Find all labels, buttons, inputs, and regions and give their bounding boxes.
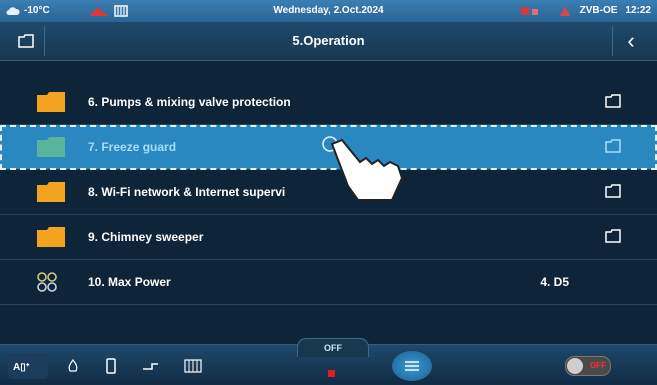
page-title: 5.Operation [292,33,365,48]
clock: 12:22 [625,5,651,16]
list-item[interactable]: 10. Max Power 4. D5 [0,260,657,305]
chevron-left-icon: ‹ [627,28,635,53]
radiator-button[interactable] [176,353,210,379]
radiator-icon [184,359,202,373]
signal-icon [520,7,538,15]
main-menu-button[interactable] [392,351,432,381]
open-folder-icon [605,94,621,108]
tap-icon [143,363,158,370]
status-right: ZVB-OE 12:22 [520,0,651,22]
folder-icon [36,226,66,248]
list-item[interactable]: 6. Pumps & mixing valve protection [0,80,657,125]
open-folder-icon [605,139,621,153]
folder-icon [36,136,66,158]
toggle-label: OFF [590,361,606,370]
open-folder-icon [605,184,621,198]
alarm-icon [559,6,570,16]
status-led [328,370,335,377]
device-name: ZVB-OE [579,5,618,16]
boiler-button[interactable] [96,353,126,379]
back-button[interactable]: ‹ [612,26,649,56]
list-item-label: 6. Pumps & mixing valve protection [88,95,291,109]
auto-mode-button[interactable]: A▯ᐩ [8,353,48,379]
open-folder-icon [605,229,621,243]
burner-button[interactable] [58,353,88,379]
flame-outline-icon [68,359,78,372]
status-bar: -10°C Wednesday, 2.Oct.2024 ZVB-OE 12:22 [0,0,657,22]
menu-icon [405,361,419,371]
list-item-label: 8. Wi-Fi network & Internet supervi [88,185,286,199]
bottom-bar: A▯ᐩ OFF OFF [0,338,657,385]
tap-button[interactable] [134,353,168,379]
list-item-label: 10. Max Power [88,275,171,289]
svg-text:A▯ᐩ: A▯ᐩ [13,362,30,373]
power-toggle[interactable]: OFF [565,356,611,376]
boiler-icon [106,358,116,374]
auto-mode-icon: A▯ᐩ [13,362,30,373]
list-item-label: 7. Freeze guard [88,140,177,154]
page-header: 5.Operation ‹ [0,22,657,61]
off-indicator: OFF [297,338,369,357]
list-item-label: 9. Chimney sweeper [88,230,204,244]
toggle-knob [567,358,583,374]
hand-pointer-icon [322,136,404,201]
folder-icon [36,181,66,203]
dots-icon [36,271,66,293]
list-item-value: 4. D5 [540,275,569,289]
folder-icon [36,91,66,113]
list-item[interactable]: 9. Chimney sweeper [0,215,657,260]
